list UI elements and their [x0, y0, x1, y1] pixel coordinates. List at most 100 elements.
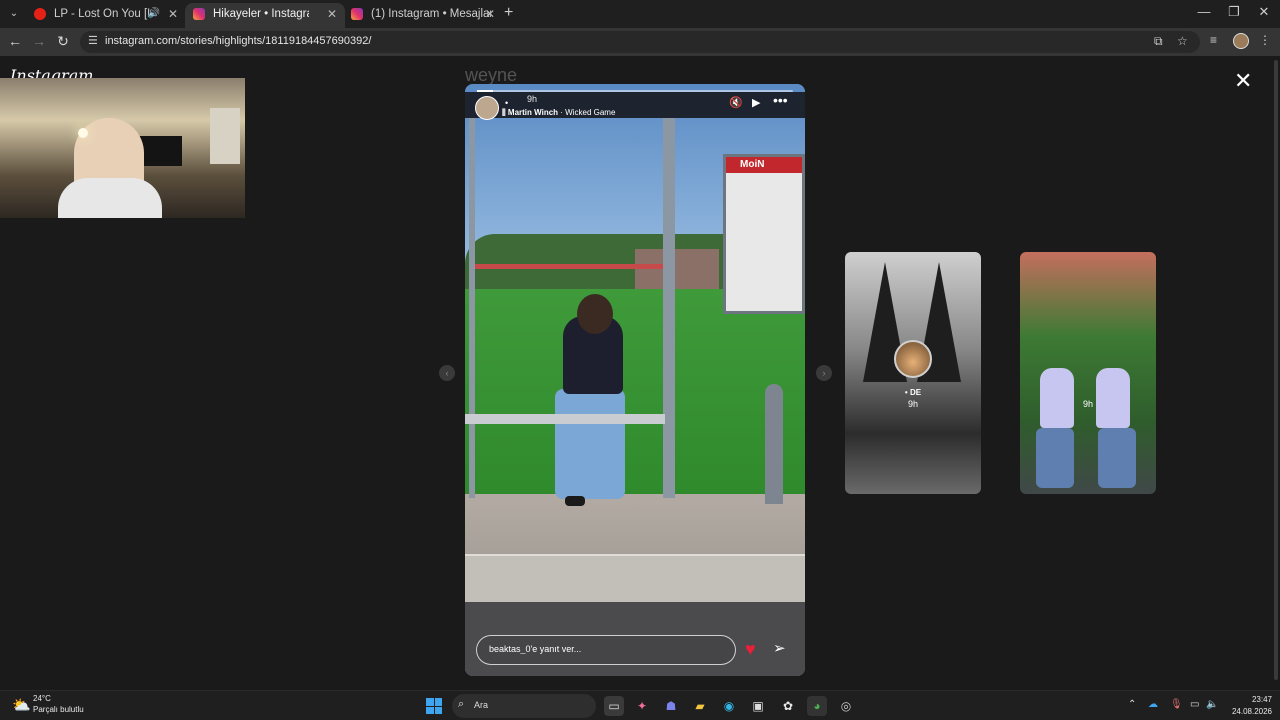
- webcam-window: [210, 108, 240, 164]
- volume-icon[interactable]: 🔈: [1206, 699, 1218, 710]
- previous-story-arrow-icon[interactable]: ‹: [439, 365, 455, 381]
- taskbar-search[interactable]: ⌕ Ara: [452, 694, 596, 718]
- story-grass: [465, 289, 805, 499]
- microphone-icon[interactable]: 🎙: [1170, 699, 1183, 710]
- reply-field[interactable]: [476, 635, 736, 665]
- teams-icon[interactable]: ☗: [661, 696, 681, 716]
- site-info-icon[interactable]: ☰: [88, 34, 98, 47]
- tab-label: Hikayeler • Instagram: [213, 8, 309, 20]
- music-artist: Martin Winch: [507, 108, 559, 117]
- instagram-icon: [193, 8, 205, 20]
- side-story-person-pants: [1098, 428, 1136, 488]
- story-progress-fill: [477, 90, 493, 92]
- previous-story-caption: weyne: [465, 65, 518, 85]
- chatgpt-icon[interactable]: ✿: [778, 696, 798, 716]
- install-app-icon[interactable]: ⧉: [1154, 34, 1163, 49]
- story-media[interactable]: MoiN • 9h ⫼ Martin Winch · Wicked Game 🔇…: [465, 84, 805, 676]
- taskbar-clock[interactable]: 23:47 24.08.2026: [1222, 694, 1272, 718]
- scrollbar-thumb[interactable]: [1274, 60, 1278, 680]
- play-icon[interactable]: ▶: [752, 96, 760, 109]
- side-story-name-text: DE: [909, 388, 922, 397]
- tab-instagram-messages[interactable]: (1) Instagram • Mesajlar ✕: [343, 3, 503, 28]
- close-tab-icon[interactable]: ✕: [485, 3, 495, 25]
- search-label: Ara: [474, 700, 489, 710]
- tab-instagram-stories[interactable]: Hikayeler • Instagram ✕: [185, 3, 345, 28]
- next-story-arrow-icon[interactable]: ›: [816, 365, 832, 381]
- address-bar[interactable]: ☰ instagram.com/stories/highlights/18119…: [80, 31, 1200, 53]
- close-tab-icon[interactable]: ✕: [327, 3, 337, 25]
- close-story-button[interactable]: ✕: [1234, 70, 1252, 92]
- side-story-preview[interactable]: • DE 9h: [845, 252, 981, 494]
- side-story-person-pants: [1036, 428, 1074, 488]
- bus-shelter-pole: [663, 118, 675, 498]
- weather-condition[interactable]: Parçalı bulutlu: [33, 705, 84, 714]
- page-scrollbar[interactable]: [1272, 56, 1280, 690]
- side-story-person: [1040, 368, 1074, 428]
- side-story-preview[interactable]: 9h: [1020, 252, 1156, 494]
- clock-date: 24.08.2026: [1231, 707, 1272, 716]
- onedrive-icon[interactable]: ☁: [1148, 699, 1158, 710]
- muted-speaker-icon[interactable]: 🔇: [729, 96, 743, 109]
- story-curb: [465, 554, 805, 602]
- task-view-icon[interactable]: ▭: [604, 696, 624, 716]
- story-time: 9h: [527, 94, 538, 104]
- tab-strip: ⌄ LP - Lost On You [Live Sess 🔊 ✕ Hikaye…: [0, 0, 1280, 28]
- media-control-icon[interactable]: ≡: [1210, 33, 1217, 47]
- webcam-overlay: [0, 78, 245, 218]
- copilot-icon[interactable]: ✦: [632, 696, 652, 716]
- separator-dot: •: [505, 98, 509, 108]
- file-explorer-icon[interactable]: ▰: [690, 696, 710, 716]
- back-button[interactable]: ←: [6, 33, 24, 49]
- maximize-button[interactable]: ❐: [1224, 4, 1244, 20]
- tab-youtube[interactable]: LP - Lost On You [Live Sess 🔊 ✕: [26, 3, 186, 28]
- tab-search-chevron-icon[interactable]: ⌄: [6, 6, 22, 22]
- story-author-avatar[interactable]: [475, 96, 499, 120]
- webcam-shirt: [58, 178, 162, 218]
- minimize-button[interactable]: —: [1194, 4, 1214, 19]
- reply-input[interactable]: [489, 644, 719, 654]
- speaker-icon[interactable]: 🔊: [148, 3, 160, 25]
- profile-avatar[interactable]: [1233, 33, 1249, 49]
- story-house: [635, 249, 719, 293]
- reload-button[interactable]: ↻: [54, 33, 72, 50]
- search-icon: ⌕: [458, 698, 465, 710]
- weather-temperature[interactable]: 24°C: [33, 694, 51, 703]
- tab-label: LP - Lost On You [Live Sess: [54, 8, 150, 20]
- weather-partly-cloudy-icon[interactable]: ⛅: [12, 696, 31, 714]
- instagram-icon: [351, 8, 363, 20]
- store-icon[interactable]: ▣: [748, 696, 768, 716]
- bollard: [765, 384, 783, 504]
- send-icon[interactable]: ➢: [773, 640, 786, 658]
- side-story-time: 9h: [1082, 399, 1093, 409]
- story-progress-bar: [477, 90, 793, 92]
- side-story-avatar: [894, 340, 932, 378]
- start-button[interactable]: [426, 698, 442, 714]
- browser-toolbar: ← → ↻ ☰ instagram.com/stories/highlights…: [0, 28, 1280, 56]
- webcam-lamp: [78, 128, 88, 138]
- app-icon[interactable]: ◎: [836, 696, 856, 716]
- chrome-icon[interactable]: ◕: [807, 696, 827, 716]
- more-options-icon[interactable]: •••: [773, 92, 788, 108]
- network-icon[interactable]: ▭: [1190, 699, 1199, 710]
- new-tab-button[interactable]: +: [504, 4, 513, 22]
- tray-overflow-icon[interactable]: ⌃: [1128, 699, 1136, 710]
- close-tab-icon[interactable]: ✕: [168, 3, 178, 25]
- info-board-label: MoiN: [726, 157, 802, 173]
- edge-icon[interactable]: ◉: [719, 696, 739, 716]
- story-person-shoe: [565, 496, 585, 506]
- forward-button[interactable]: →: [30, 33, 48, 49]
- music-song: Wicked Game: [565, 108, 616, 117]
- story-music[interactable]: ⫼ Martin Winch · Wicked Game: [502, 108, 615, 118]
- bench: [465, 414, 665, 424]
- youtube-icon: [34, 8, 46, 20]
- menu-icon[interactable]: ⋮: [1259, 33, 1271, 47]
- side-story-name: • DE: [904, 388, 922, 397]
- side-story-time: 9h: [907, 399, 918, 409]
- bus-shelter-pole: [469, 118, 475, 498]
- bookmark-star-icon[interactable]: ☆: [1177, 34, 1188, 48]
- story-person-head: [577, 294, 613, 334]
- close-window-button[interactable]: ✕: [1254, 4, 1274, 20]
- url-text: instagram.com/stories/highlights/1811918…: [105, 35, 372, 47]
- tab-label: (1) Instagram • Mesajlar: [371, 8, 491, 20]
- heart-icon[interactable]: ♥: [745, 640, 756, 658]
